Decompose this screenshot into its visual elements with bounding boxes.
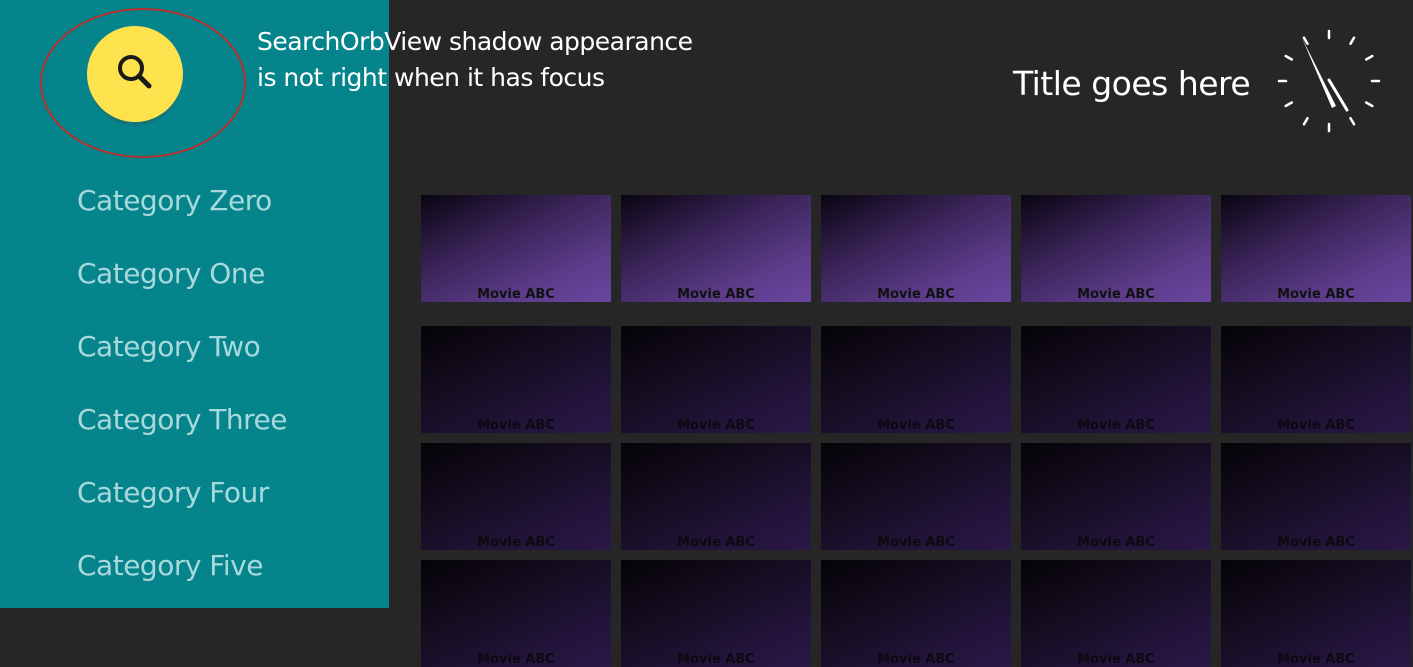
- movie-card-title: Movie ABC: [1077, 535, 1155, 550]
- movie-card-title: Movie ABC: [1077, 652, 1155, 667]
- movie-card[interactable]: Movie ABC: [1221, 560, 1411, 667]
- movie-card-title: Movie ABC: [677, 535, 755, 550]
- movie-card[interactable]: Movie ABC: [821, 560, 1011, 667]
- clock-icon: [1277, 29, 1381, 133]
- sidebar-item-category-zero[interactable]: Category Zero: [77, 184, 272, 217]
- movie-card[interactable]: Movie ABC: [421, 443, 611, 550]
- movie-card[interactable]: Movie ABC: [1021, 195, 1211, 302]
- movie-card-title: Movie ABC: [677, 287, 755, 302]
- movie-card[interactable]: Movie ABC: [1021, 326, 1211, 433]
- sidebar-item-category-one[interactable]: Category One: [77, 257, 265, 290]
- movie-card-title: Movie ABC: [877, 287, 955, 302]
- movie-card[interactable]: Movie ABC: [1221, 195, 1411, 302]
- movie-card[interactable]: Movie ABC: [421, 326, 611, 433]
- sidebar-item-category-three[interactable]: Category Three: [77, 403, 288, 436]
- movie-card-title: Movie ABC: [477, 418, 555, 433]
- movie-card[interactable]: Movie ABC: [621, 443, 811, 550]
- movie-card[interactable]: Movie ABC: [421, 195, 611, 302]
- search-icon: [118, 55, 152, 89]
- movie-card-title: Movie ABC: [1277, 535, 1355, 550]
- movie-card-title: Movie ABC: [1077, 418, 1155, 433]
- movie-card[interactable]: Movie ABC: [621, 326, 811, 433]
- movie-card-title: Movie ABC: [677, 418, 755, 433]
- movie-card-title: Movie ABC: [477, 652, 555, 667]
- annotation-line-2: is not right when it has focus: [257, 63, 605, 92]
- movie-card-title: Movie ABC: [1077, 287, 1155, 302]
- movie-card-title: Movie ABC: [1277, 287, 1355, 302]
- movie-card[interactable]: Movie ABC: [621, 195, 811, 302]
- movie-card[interactable]: Movie ABC: [821, 443, 1011, 550]
- sidebar-item-category-five[interactable]: Category Five: [77, 549, 263, 582]
- movie-card[interactable]: Movie ABC: [1221, 326, 1411, 433]
- annotation-line-1: SearchOrbView shadow appearance: [257, 27, 693, 56]
- movie-card-title: Movie ABC: [877, 652, 955, 667]
- movie-card-title: Movie ABC: [877, 418, 955, 433]
- movie-card[interactable]: Movie ABC: [1021, 560, 1211, 667]
- movie-card[interactable]: Movie ABC: [1221, 443, 1411, 550]
- sidebar-item-category-two[interactable]: Category Two: [77, 330, 261, 363]
- movie-card-title: Movie ABC: [1277, 418, 1355, 433]
- page-title: Title goes here: [1013, 64, 1251, 103]
- movie-card[interactable]: Movie ABC: [821, 195, 1011, 302]
- movie-card-title: Movie ABC: [477, 287, 555, 302]
- movie-card-title: Movie ABC: [877, 535, 955, 550]
- movie-card-title: Movie ABC: [677, 652, 755, 667]
- annotation-note: SearchOrbView shadow appearance is not r…: [257, 24, 693, 96]
- movie-card[interactable]: Movie ABC: [821, 326, 1011, 433]
- movie-card[interactable]: Movie ABC: [1021, 443, 1211, 550]
- movie-card-title: Movie ABC: [1277, 652, 1355, 667]
- movie-card[interactable]: Movie ABC: [421, 560, 611, 667]
- search-orb-button[interactable]: [87, 26, 183, 122]
- sidebar-item-category-four[interactable]: Category Four: [77, 476, 269, 509]
- movie-card[interactable]: Movie ABC: [621, 560, 811, 667]
- movie-card-title: Movie ABC: [477, 535, 555, 550]
